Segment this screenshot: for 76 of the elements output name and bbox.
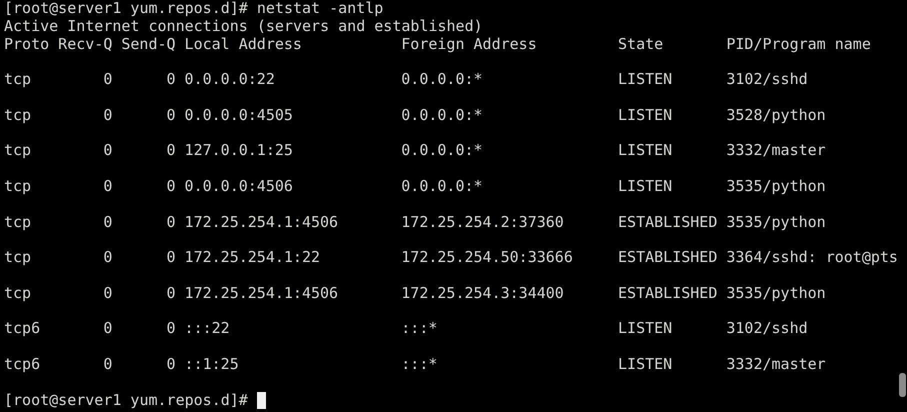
scrollbar-thumb[interactable]	[899, 373, 906, 397]
table-cell-text: tcp	[4, 71, 32, 89]
table-cell-text: ESTABLISHED	[618, 214, 718, 232]
column-header: Send-Q	[121, 36, 176, 54]
text-cursor	[256, 392, 266, 409]
table-cell-text: 172.25.254.1:22	[184, 249, 322, 267]
table-cell-text: :::22	[184, 320, 231, 338]
table-cell-text: 172.25.254.1:4506	[184, 214, 340, 232]
table-cell: 3535/python	[726, 178, 826, 196]
column-header: Local Address	[184, 36, 303, 54]
table-cell-text: tcp6	[4, 356, 42, 374]
table-cell-text: 0	[166, 214, 176, 232]
table-cell-text: 172.25.254.2:37360	[401, 214, 565, 232]
table-cell-text: 0.0.0.0:*	[401, 178, 484, 196]
table-cell: 3535/python	[726, 214, 826, 232]
table-cell-text: 0	[166, 320, 176, 338]
table-cell-text: 0	[166, 249, 176, 267]
table-cell-text: 172.25.254.1:4506	[184, 284, 340, 303]
table-cell: 3535/python	[726, 284, 826, 303]
table-cell-text: tcp	[4, 178, 32, 196]
table-cell: 3332/master	[726, 142, 826, 160]
table-cell-text: 127.0.0.1:25	[184, 142, 294, 160]
column-header: Foreign Address	[401, 36, 538, 54]
table-cell-text: ESTABLISHED	[618, 284, 718, 303]
table-cell-text: 0	[102, 214, 112, 232]
table-cell-text: 0	[102, 106, 112, 125]
table-cell-text: 0	[102, 178, 112, 196]
table-cell-text: 0	[102, 284, 112, 303]
table-cell-text: tcp6	[4, 320, 42, 338]
table-cell-text: tcp	[4, 284, 32, 303]
table-cell-text: 0	[102, 71, 112, 89]
table-cell-text: 0	[102, 320, 112, 338]
table-cell-text: 172.25.254.50:33666	[401, 249, 574, 267]
table-cell-text: tcp	[4, 142, 32, 160]
table-cell-text: 0.0.0.0:4505	[184, 106, 294, 125]
table-cell-text: :::*	[401, 356, 438, 374]
table-cell-text: tcp	[4, 249, 32, 267]
table-cell-text: ESTABLISHED	[618, 249, 718, 267]
column-header: Recv-Q	[58, 36, 112, 54]
table-cell: 3102/sshd	[726, 320, 808, 338]
table-cell-text: 0	[102, 142, 112, 160]
table-cell-text: ::1:25	[184, 356, 240, 374]
table-cell-text: LISTEN	[618, 356, 674, 374]
table-cell-text: 0.0.0.0:*	[401, 142, 484, 160]
table-cell: 3102/sshd	[726, 71, 808, 89]
table-cell-text: 0	[166, 178, 176, 196]
table-cell-text: 0	[102, 249, 112, 267]
column-header: State	[618, 36, 664, 54]
table-cell-text: 0.0.0.0:22	[184, 71, 276, 89]
table-cell-text: LISTEN	[618, 142, 674, 160]
table-cell-text: LISTEN	[618, 71, 674, 89]
table-cell-text: tcp	[4, 214, 32, 232]
shell-prompt: [root@server1 yum.repos.d]#	[4, 392, 248, 410]
table-cell-text: tcp	[4, 106, 32, 125]
table-cell-text: 0.0.0.0:*	[401, 106, 484, 125]
table-cell-text: LISTEN	[618, 178, 674, 196]
table-cell-text: 0	[102, 356, 112, 374]
table-cell-text: 0	[166, 356, 176, 374]
table-cell-text: 0.0.0.0:*	[401, 71, 484, 89]
table-cell-text: 0	[166, 142, 176, 160]
table-cell-text: LISTEN	[618, 320, 674, 338]
table-cell: 3332/master	[726, 356, 826, 374]
table-cell: 3528/python	[726, 106, 826, 125]
table-cell-text: 0	[166, 106, 176, 125]
table-cell-text: 0.0.0.0:4506	[184, 178, 294, 196]
column-header: Proto	[4, 36, 50, 54]
table-cell-text: LISTEN	[618, 106, 674, 125]
table-cell-text: 172.25.254.3:34400	[401, 284, 565, 303]
table-cell-text: :::*	[401, 320, 438, 338]
command-text: netstat -antlp	[256, 0, 384, 18]
shell-prompt: [root@server1 yum.repos.d]#	[4, 0, 248, 18]
table-cell-text: 0	[166, 284, 176, 303]
column-header: PID/Program name	[726, 36, 871, 54]
table-cell: 3364/sshd: root@pts	[726, 249, 898, 267]
output-text: Active Internet connections (servers and established)	[4, 18, 483, 36]
table-cell-text: 0	[166, 71, 176, 89]
